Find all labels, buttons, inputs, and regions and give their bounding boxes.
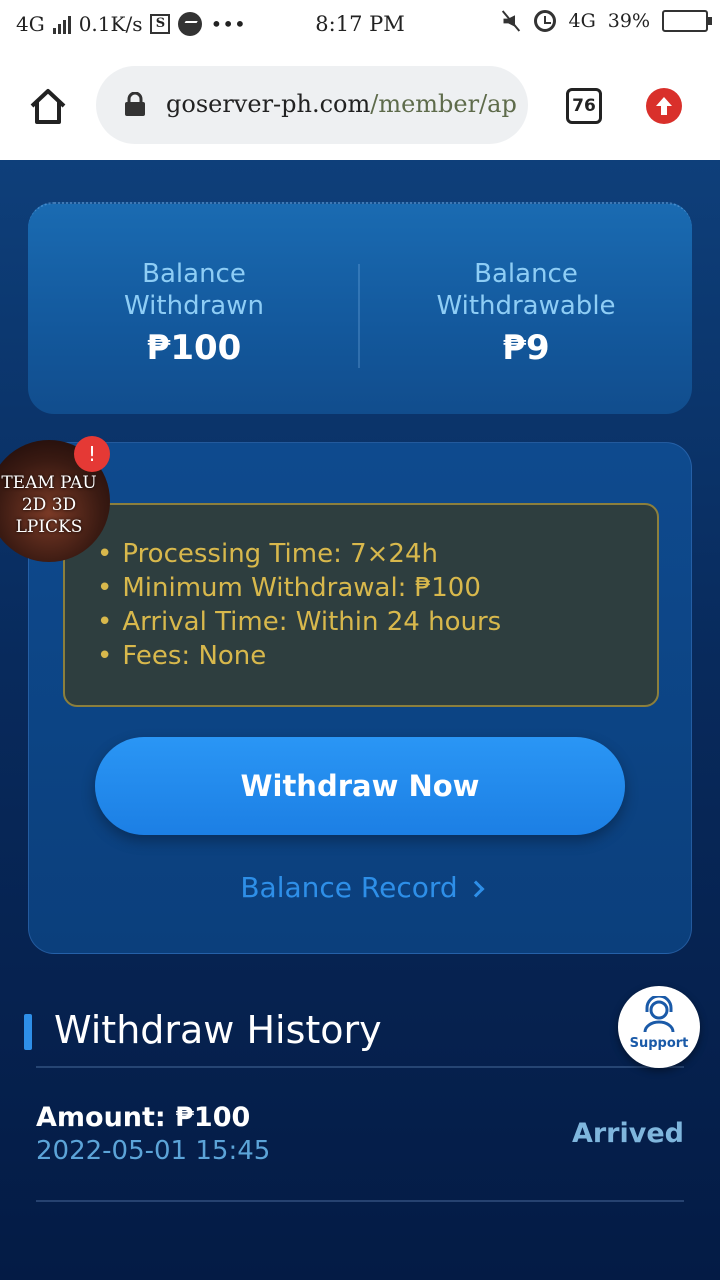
status-right: 4G 39% bbox=[500, 10, 712, 32]
notification-badge: ! bbox=[74, 436, 110, 472]
balance-record-label: Balance Record bbox=[240, 871, 458, 904]
history-status: Arrived bbox=[571, 1118, 684, 1149]
withdraw-now-button[interactable]: Withdraw Now bbox=[95, 737, 625, 835]
url-domain: goserver-ph.com bbox=[166, 90, 371, 118]
balance-withdrawable-amount: ₱9 bbox=[502, 328, 550, 368]
balance-card: Balance Withdrawn ₱100 Balance Withdrawa… bbox=[28, 202, 692, 414]
url-path: /member/ap bbox=[370, 90, 516, 118]
info-minimum-withdrawal: Minimum Withdrawal: ₱100 bbox=[97, 571, 657, 605]
browser-toolbar: goserver-ph.com/member/ap 76 bbox=[0, 50, 720, 160]
alarm-icon bbox=[534, 10, 557, 32]
divider bbox=[36, 1066, 684, 1068]
balance-record-link[interactable]: Balance Record bbox=[29, 871, 693, 904]
info-processing-time: Processing Time: 7×24h bbox=[97, 537, 657, 571]
battery-percent: 39% bbox=[607, 10, 650, 32]
home-icon[interactable] bbox=[28, 86, 68, 126]
bubble-line-2: 2D 3D bbox=[21, 495, 77, 515]
balance-withdrawable: Balance Withdrawable ₱9 bbox=[360, 258, 692, 368]
withdraw-history-title: Withdraw History bbox=[54, 1008, 382, 1052]
history-date: 2022-05-01 15:45 bbox=[36, 1136, 271, 1166]
page-content: Balance Withdrawn ₱100 Balance Withdrawa… bbox=[0, 160, 720, 1280]
network-right-label: 4G bbox=[568, 10, 596, 32]
history-accent-bar bbox=[24, 1014, 32, 1050]
bubble-text: TEAM PAU 2D 3D LPICKS bbox=[0, 472, 110, 538]
divider bbox=[36, 1200, 684, 1202]
support-button[interactable]: Support bbox=[618, 986, 700, 1068]
status-bar: 4G 0.1K/s S ••• 8:17 PM 4G 39% bbox=[0, 0, 720, 50]
bubble-line-3: LPICKS bbox=[15, 517, 83, 537]
history-amount: Amount: ₱100 bbox=[36, 1102, 251, 1133]
info-arrival-time: Arrival Time: Within 24 hours bbox=[97, 605, 657, 639]
withdraw-card: Processing Time: 7×24h Minimum Withdrawa… bbox=[28, 442, 692, 954]
withdraw-info-box: Processing Time: 7×24h Minimum Withdrawa… bbox=[63, 503, 659, 707]
balance-withdrawable-label: Balance Withdrawable bbox=[436, 259, 616, 321]
address-bar[interactable]: goserver-ph.com/member/ap bbox=[96, 66, 528, 144]
headset-icon bbox=[643, 996, 675, 1033]
upload-icon[interactable] bbox=[646, 88, 682, 124]
tab-switcher-button[interactable]: 76 bbox=[566, 88, 602, 124]
battery-icon bbox=[662, 10, 712, 32]
support-label: Support bbox=[629, 1036, 689, 1051]
lock-icon bbox=[125, 92, 145, 116]
bubble-line-1: TEAM PAU bbox=[1, 473, 97, 493]
balance-withdrawn-label: Balance Withdrawn bbox=[124, 259, 264, 321]
balance-withdrawn-amount: ₱100 bbox=[146, 328, 242, 368]
chevron-right-icon bbox=[467, 880, 485, 898]
history-row: Amount: ₱100 2022-05-01 15:45 Arrived bbox=[36, 1100, 684, 1190]
balance-withdrawn: Balance Withdrawn ₱100 bbox=[28, 258, 360, 368]
url-text: goserver-ph.com/member/ap bbox=[166, 90, 516, 118]
info-fees: Fees: None bbox=[97, 639, 657, 673]
mute-icon bbox=[500, 10, 522, 32]
